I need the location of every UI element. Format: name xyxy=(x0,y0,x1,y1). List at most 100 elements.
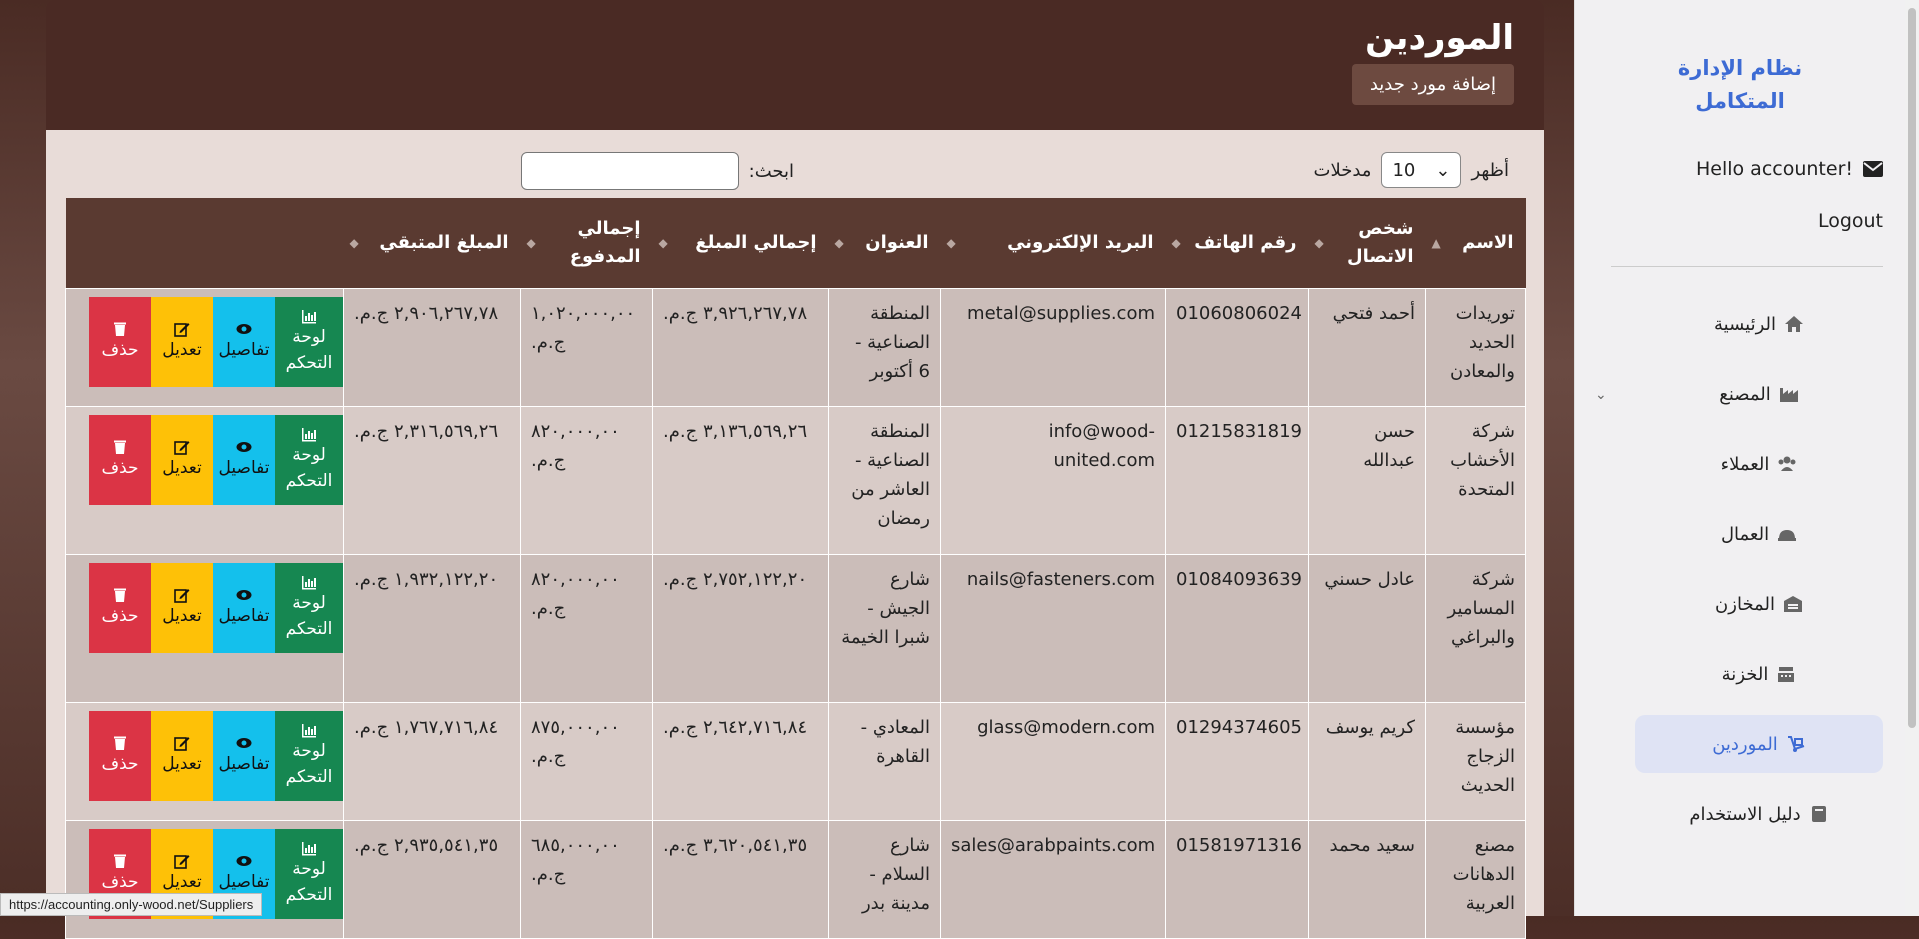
details-label: تفاصيل xyxy=(218,606,270,626)
sidebar-item-label: الخزنة xyxy=(1721,663,1769,685)
sidebar-item-label: دليل الاستخدام xyxy=(1689,803,1801,825)
details-button[interactable]: تفاصيل xyxy=(213,711,275,801)
details-button[interactable]: تفاصيل xyxy=(213,297,275,387)
dashboard-button[interactable]: لوحة التحكم xyxy=(275,711,343,801)
th-actions xyxy=(65,198,344,289)
sidebar-item-4[interactable]: المخازن xyxy=(1635,575,1883,633)
cell-email[interactable]: info@wood-united.com xyxy=(940,406,1166,555)
page-title: الموردين xyxy=(1365,18,1514,58)
details-label: تفاصيل xyxy=(218,340,270,360)
cell-address: المنطقة الصناعية - 6 أكتوبر xyxy=(828,288,941,407)
edit-button[interactable]: تعديل xyxy=(151,415,213,505)
scrollbar[interactable] xyxy=(1905,0,1919,916)
dolly-icon xyxy=(1786,734,1806,754)
delete-button[interactable]: حذف xyxy=(89,297,151,387)
dashboard-label: لوحة التحكم xyxy=(285,859,333,905)
eye-icon xyxy=(236,587,252,603)
edit-icon xyxy=(174,439,190,455)
cell-address: المعادي - القاهرة xyxy=(828,702,941,821)
edit-button[interactable]: تعديل xyxy=(151,297,213,387)
cell-address: المنطقة الصناعية - العاشر من رمضان xyxy=(828,406,941,555)
th-address[interactable]: العنوان ◆ xyxy=(828,198,941,289)
cell-actions: لوحة التحكم تفاصيل تعديل حذف xyxy=(65,406,344,555)
cell-actions: لوحة التحكم تفاصيل تعديل حذف xyxy=(65,288,344,407)
dashboard-label: لوحة التحكم xyxy=(285,741,333,787)
cell-email[interactable]: metal@supplies.com xyxy=(940,288,1166,407)
delete-button[interactable]: حذف xyxy=(89,415,151,505)
sidebar-item-1[interactable]: المصنع ⌄ xyxy=(1595,365,1883,423)
details-button[interactable]: تفاصيل xyxy=(213,563,275,653)
cell-address: شارع السلام - مدينة بدر xyxy=(828,820,941,939)
cell-email[interactable]: nails@fasteners.com xyxy=(940,554,1166,703)
edit-label: تعديل xyxy=(162,340,202,360)
edit-button[interactable]: تعديل xyxy=(151,563,213,653)
sidebar-item-5[interactable]: الخزنة xyxy=(1635,645,1883,703)
user-name: Hello accounter! xyxy=(1695,158,1853,180)
th-name[interactable]: الاسم ▲ xyxy=(1425,198,1526,289)
suppliers-table: الاسم ▲ شخص الاتصال ◆ رقم الهاتف ◆ البريد ا… xyxy=(65,198,1526,939)
th-contact[interactable]: شخص الاتصال ◆ xyxy=(1308,198,1426,289)
edit-icon xyxy=(174,853,190,869)
book-icon xyxy=(1809,804,1829,824)
edit-icon xyxy=(174,587,190,603)
th-email[interactable]: البريد الإلكتروني ◆ xyxy=(940,198,1166,289)
details-label: تفاصيل xyxy=(218,754,270,774)
entries-label: مدخلات xyxy=(1313,159,1372,181)
entries-select[interactable]: 10 ⌄ xyxy=(1381,152,1462,188)
sidebar-item-2[interactable]: العملاء xyxy=(1635,435,1883,493)
details-button[interactable]: تفاصيل xyxy=(213,415,275,505)
sort-icon: ◆ xyxy=(834,236,844,250)
cell-email[interactable]: glass@modern.com xyxy=(940,702,1166,821)
delete-button[interactable]: حذف xyxy=(89,711,151,801)
cell-email[interactable]: sales@arabpaints.com xyxy=(940,820,1166,939)
th-paid[interactable]: إجمالي المدفوع ◆ xyxy=(520,198,653,289)
sidebar-item-label: المخازن xyxy=(1715,593,1775,615)
sidebar-divider xyxy=(1611,266,1883,267)
dashboard-label: لوحة التحكم xyxy=(285,327,333,373)
card-header: الموردين إضافة مورد جديد xyxy=(46,0,1544,130)
delete-label: حذف xyxy=(101,754,139,774)
sort-icon: ◆ xyxy=(349,236,359,250)
sidebar: نظام الإدارة المتكامل Hello accounter! L… xyxy=(1574,0,1905,916)
sidebar-item-7[interactable]: دليل الاستخدام xyxy=(1635,785,1883,843)
dashboard-button[interactable]: لوحة التحكم xyxy=(275,415,343,505)
table-row: مؤسسة الزجاج الحديث كريم يوسف 01294374605 g… xyxy=(65,702,1526,821)
trash-icon xyxy=(112,439,128,455)
table-row: شركة الأخشاب المتحدة حسن عبدالله 012158318… xyxy=(65,406,1526,555)
edit-icon xyxy=(174,321,190,337)
sort-asc-icon: ▲ xyxy=(1431,236,1441,250)
eye-icon xyxy=(236,321,252,337)
dashboard-button[interactable]: لوحة التحكم xyxy=(275,829,343,919)
chevron-down-icon[interactable]: ⌄ xyxy=(1595,387,1607,403)
dashboard-button[interactable]: لوحة التحكم xyxy=(275,563,343,653)
th-remaining[interactable]: المبلغ المتبقي ◆ xyxy=(343,198,521,289)
delete-label: حذف xyxy=(101,606,139,626)
search-label: ابحث: xyxy=(748,160,794,182)
cell-remaining: ٢,٩٣٥,٥٤١,٣٥ ج.م. xyxy=(343,820,521,939)
cell-name: مؤسسة الزجاج الحديث xyxy=(1425,702,1526,821)
trash-icon xyxy=(112,853,128,869)
cell-phone: 01084093639 xyxy=(1165,554,1309,703)
cell-contact: سعيد محمد xyxy=(1308,820,1426,939)
dashboard-button[interactable]: لوحة التحكم xyxy=(275,297,343,387)
sort-icon: ◆ xyxy=(658,236,668,250)
search-input[interactable] xyxy=(520,152,739,190)
sort-icon: ◆ xyxy=(526,236,536,250)
edit-button[interactable]: تعديل xyxy=(151,711,213,801)
delete-button[interactable]: حذف xyxy=(89,563,151,653)
trash-icon xyxy=(112,587,128,603)
hard-hat-icon xyxy=(1777,524,1797,544)
scrollbar-thumb[interactable] xyxy=(1908,8,1916,728)
chevron-down-icon: ⌄ xyxy=(1435,159,1451,181)
sidebar-item-0[interactable]: الرئيسية xyxy=(1635,295,1883,353)
sidebar-item-3[interactable]: العمال xyxy=(1635,505,1883,563)
th-phone[interactable]: رقم الهاتف ◆ xyxy=(1165,198,1309,289)
cell-remaining: ١,٩٣٢,١٢٢,٢٠ ج.م. xyxy=(343,554,521,703)
sidebar-item-6[interactable]: الموردين xyxy=(1635,715,1883,773)
th-total[interactable]: إجمالي المبلغ ◆ xyxy=(652,198,829,289)
chart-bar-icon xyxy=(301,426,317,442)
add-supplier-button[interactable]: إضافة مورد جديد xyxy=(1351,64,1514,105)
logout-link[interactable]: Logout xyxy=(1818,210,1883,232)
sidebar-item-label: الموردين xyxy=(1712,733,1778,755)
brand-title[interactable]: نظام الإدارة المتكامل xyxy=(1575,52,1905,118)
